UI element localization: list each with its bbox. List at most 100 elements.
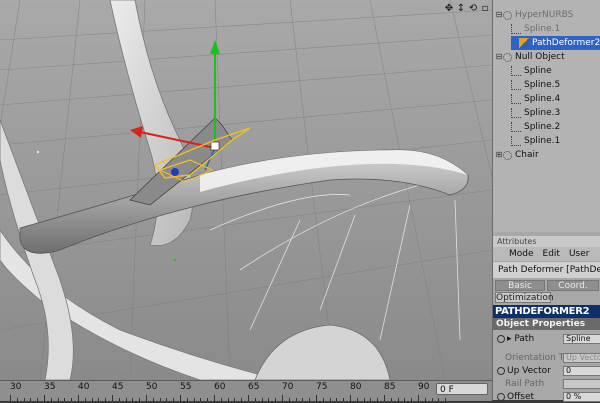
timeline-tick-label: 50 xyxy=(146,382,158,392)
prop-offset-label: Offset xyxy=(497,391,534,403)
radio-icon[interactable] xyxy=(497,392,505,401)
up-vector-field[interactable]: 0 xyxy=(563,366,600,376)
prop-row-path: ▸ Path Spline xyxy=(493,333,600,345)
timeline-tick xyxy=(282,395,283,401)
timeline-tick xyxy=(316,395,317,401)
prop-row-up-vector: Up Vector 0 xyxy=(493,365,600,377)
move-icon[interactable]: ✥ xyxy=(444,4,454,14)
rail-path-field[interactable] xyxy=(563,379,600,389)
3d-viewport[interactable]: ✥ ↕ ⟲ ▫ xyxy=(0,0,492,380)
timeline-tick xyxy=(350,395,351,401)
scene-render xyxy=(0,0,492,380)
attributes-tabs: Basic Coord. Optimization xyxy=(493,279,600,305)
object-item[interactable]: ⊟ Null Object xyxy=(495,50,600,64)
pathdeformer-icon xyxy=(519,38,529,48)
timeline-tick xyxy=(214,395,215,401)
right-panel: ⊟ HyperNURBS Spline.1 PathDeformer2 ⊟ Null Ob… xyxy=(492,0,600,403)
timeline-tick xyxy=(44,395,45,401)
object-item-label: Null Object xyxy=(515,52,565,62)
object-item-label: Spline.4 xyxy=(524,94,561,104)
path-field[interactable]: Spline xyxy=(563,334,600,344)
object-manager: ⊟ HyperNURBS Spline.1 PathDeformer2 ⊟ Null Ob… xyxy=(493,0,600,232)
attributes-header: Attributes xyxy=(493,236,600,247)
expand-toggle-icon[interactable]: ⊞ xyxy=(495,148,503,162)
tab-optimization[interactable]: Optimization xyxy=(495,292,554,303)
timeline-tick xyxy=(248,395,249,401)
orientation-dropdown[interactable]: Up Vector xyxy=(563,353,600,363)
null-icon xyxy=(503,52,512,62)
spline-icon xyxy=(511,66,521,76)
spline-icon xyxy=(511,80,521,90)
object-item-label: Chair xyxy=(515,150,539,160)
timeline-tick-label: 85 xyxy=(384,382,396,392)
null-icon xyxy=(503,150,512,160)
timeline-tick-label: 60 xyxy=(214,382,226,392)
attributes-menu: Mode Edit User Data xyxy=(493,247,600,273)
object-item-label: Spline.1 xyxy=(524,136,561,146)
menu-edit[interactable]: Edit xyxy=(543,247,560,261)
object-item[interactable]: Spline xyxy=(503,64,600,78)
timeline-tick-label: 80 xyxy=(350,382,362,392)
nurbs-icon xyxy=(503,10,512,20)
maximize-icon[interactable]: ▫ xyxy=(480,4,490,14)
timeline-tick-label: 30 xyxy=(10,382,22,392)
timeline-tick xyxy=(112,395,113,401)
timeline-tick xyxy=(78,395,79,401)
object-item-label: Spline.1 xyxy=(524,24,561,34)
menu-user-data[interactable]: User Data xyxy=(569,247,600,273)
tab-basic[interactable]: Basic xyxy=(495,280,545,291)
object-item[interactable]: Spline.5 xyxy=(503,78,600,92)
spline-icon xyxy=(511,108,521,118)
prop-up-vector-label: Up Vector xyxy=(497,365,551,377)
timeline-tick-label: 40 xyxy=(78,382,90,392)
object-item-label: Spline.3 xyxy=(524,108,561,118)
timeline-tick-label: 35 xyxy=(44,382,56,392)
radio-icon[interactable] xyxy=(497,366,505,375)
attributes-title-text: Path Deformer [PathDeformer2] xyxy=(498,265,600,275)
timeline-tick xyxy=(10,395,11,401)
timeline-tick xyxy=(384,395,385,401)
object-item[interactable]: ⊞ Chair xyxy=(495,148,600,162)
spline-icon xyxy=(511,122,521,132)
object-item[interactable]: PathDeformer2 xyxy=(511,36,600,50)
spline-icon xyxy=(511,24,521,34)
object-item-label: Spline xyxy=(524,66,552,76)
attributes-title: Path Deformer [PathDeformer2] xyxy=(493,262,600,278)
radio-icon[interactable] xyxy=(497,334,505,343)
timeline-tick xyxy=(418,395,419,401)
prop-rail-path-label: Rail Path xyxy=(505,379,545,389)
spline-icon xyxy=(511,94,521,104)
frame-field[interactable]: 0 F xyxy=(436,383,488,395)
prop-row-rail-path: Rail Path xyxy=(493,378,600,390)
timeline-tick-label: 45 xyxy=(112,382,124,392)
object-item[interactable]: Spline.3 xyxy=(503,106,600,120)
object-item[interactable]: Spline.1 xyxy=(503,22,600,36)
timeline-tick-label: 65 xyxy=(248,382,260,392)
object-item[interactable]: Spline.1 xyxy=(503,134,600,148)
scroll-icon[interactable]: ↕ xyxy=(456,4,466,14)
tab-coord[interactable]: Coord. xyxy=(547,280,599,291)
expand-toggle-icon[interactable]: ⊟ xyxy=(495,8,503,22)
banner-text: PATHDEFORMER2 xyxy=(495,306,590,317)
object-item[interactable]: ⊟ HyperNURBS xyxy=(495,8,600,22)
menu-mode[interactable]: Mode xyxy=(509,247,534,261)
timeline-tick xyxy=(146,395,147,401)
timeline-tick-label: 55 xyxy=(180,382,192,392)
timeline-tick-label: 75 xyxy=(316,382,328,392)
prop-row-orientation: Orientation Type Up Vector xyxy=(493,352,600,364)
timeline-tick xyxy=(180,395,181,401)
prop-path-label: ▸ Path xyxy=(497,333,534,345)
object-banner: PATHDEFORMER2 xyxy=(493,305,600,318)
object-properties-header: Object Properties xyxy=(493,318,600,330)
timeline-tick-label: 70 xyxy=(282,382,294,392)
object-item-label: PathDeformer2 xyxy=(532,38,600,48)
object-item[interactable]: Spline.2 xyxy=(503,120,600,134)
offset-field[interactable]: 0 % xyxy=(563,392,600,402)
expand-toggle-icon[interactable]: ⊟ xyxy=(495,50,503,64)
prop-row-offset: Offset 0 % xyxy=(493,391,600,403)
rotate-icon[interactable]: ⟲ xyxy=(468,4,478,14)
timeline[interactable]: 30 35 40 45 50 55 60 65 70 75 80 85 90 xyxy=(0,380,492,401)
object-item-label: Spline.5 xyxy=(524,80,561,90)
object-item[interactable]: Spline.4 xyxy=(503,92,600,106)
timeline-tick-label: 90 xyxy=(418,382,430,392)
